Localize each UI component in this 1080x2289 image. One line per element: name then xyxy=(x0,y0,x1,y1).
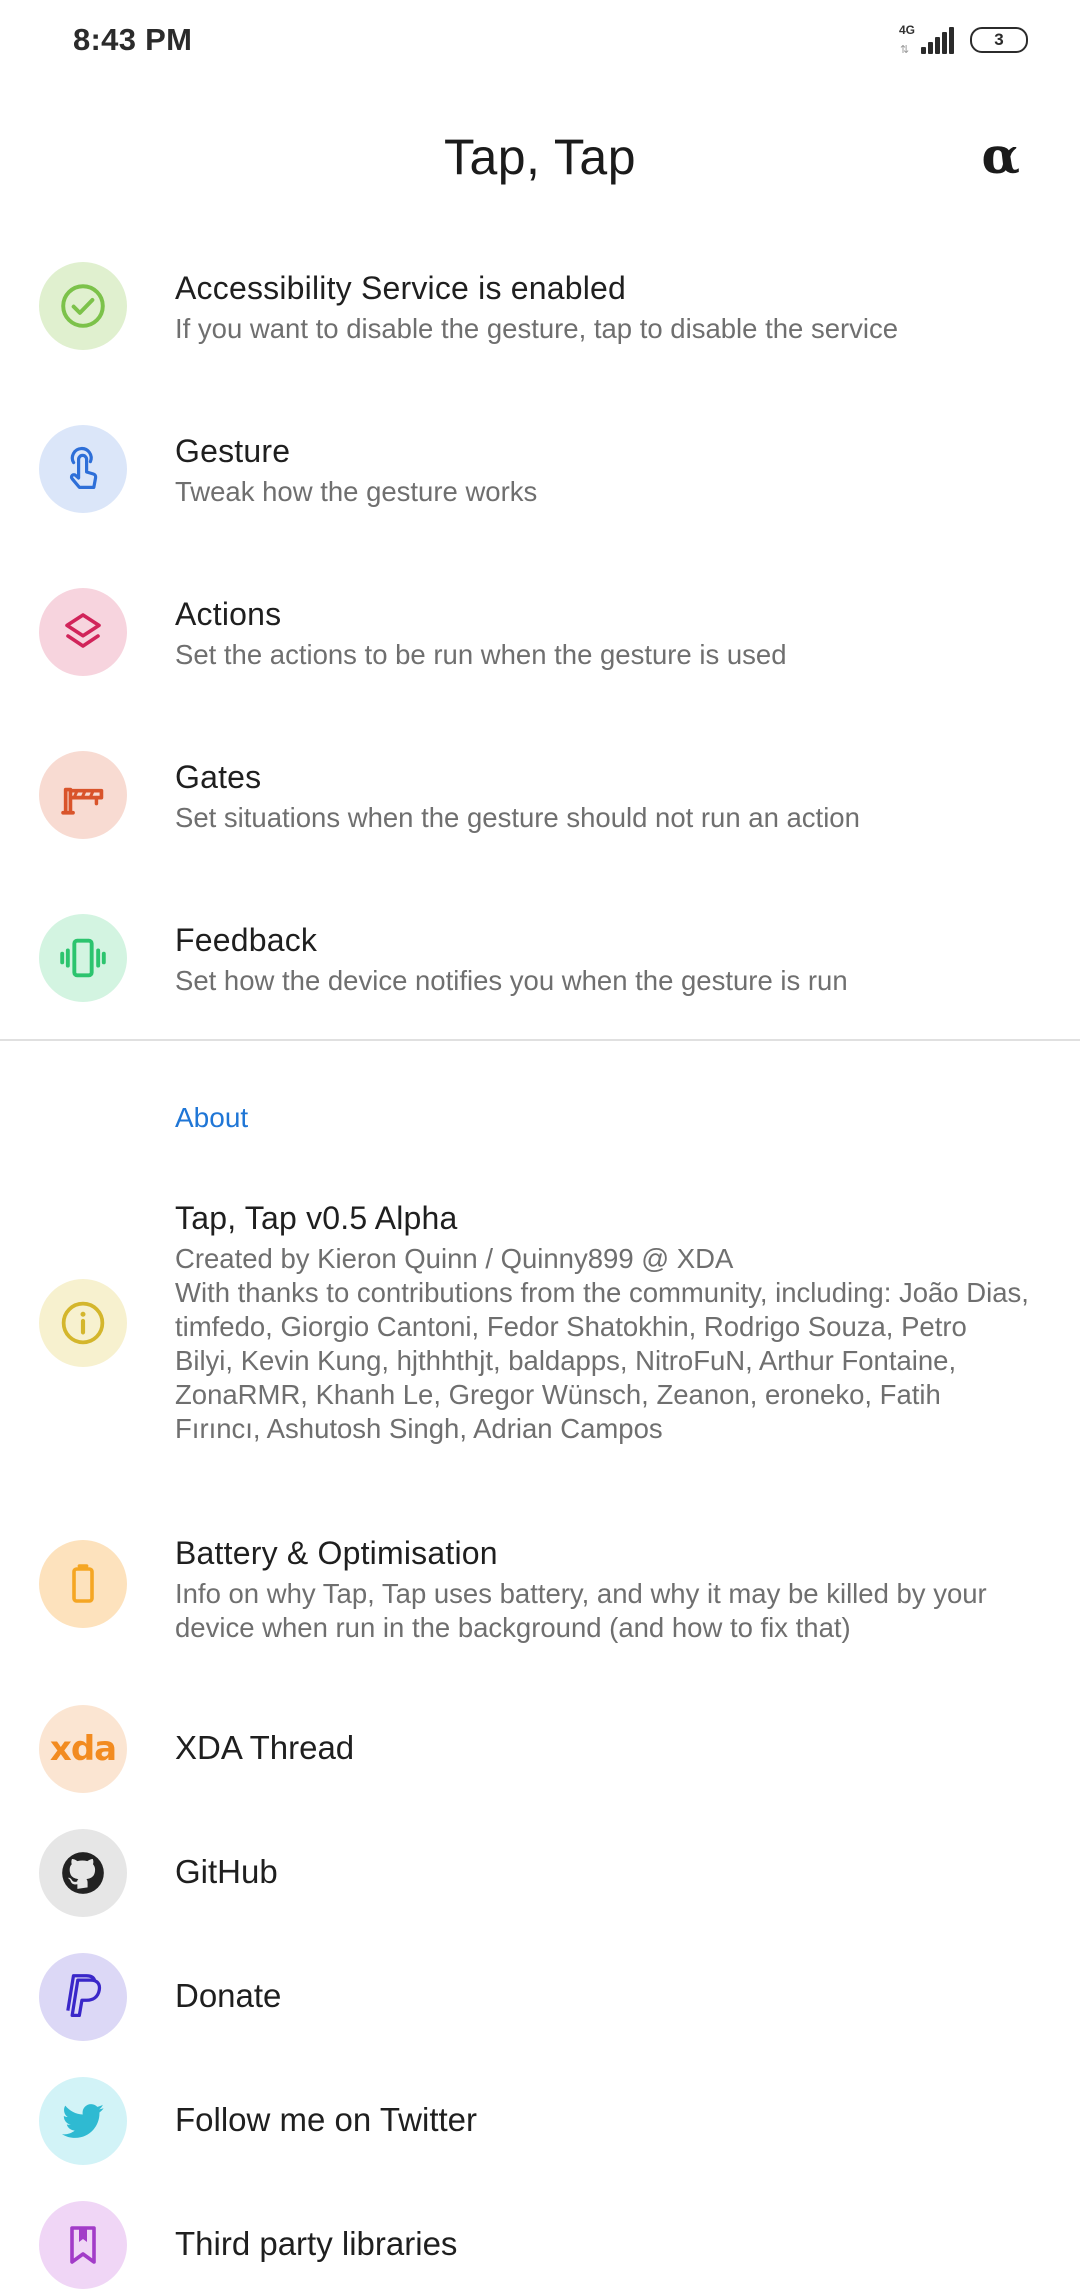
github-icon xyxy=(39,1829,127,1917)
touch-icon xyxy=(39,425,127,513)
bookmark-icon xyxy=(39,2201,127,2289)
gesture-title: Gesture xyxy=(175,433,291,469)
app-info-item[interactable]: Tap, Tap v0.5 Alpha Created by Kieron Qu… xyxy=(0,1190,1080,1460)
twitter-icon xyxy=(39,2077,127,2165)
alpha-button[interactable]: α xyxy=(982,126,1020,185)
xda-thread-title: XDA Thread xyxy=(175,1729,355,1766)
gate-barrier-icon xyxy=(39,751,127,839)
battery-optimisation-item[interactable]: Battery & Optimisation Info on why Tap, … xyxy=(0,1525,1080,1655)
feedback-title: Feedback xyxy=(175,922,318,958)
app-info-title: Tap, Tap v0.5 Alpha xyxy=(175,1200,458,1236)
feedback-item[interactable]: Feedback Set how the device notifies you… xyxy=(0,892,1080,1022)
gesture-item[interactable]: Gesture Tweak how the gesture works xyxy=(0,403,1080,533)
gesture-subtitle: Tweak how the gesture works xyxy=(175,476,538,507)
battery-level: 3 xyxy=(994,30,1004,49)
accessibility-service-item[interactable]: Accessibility Service is enabled If you … xyxy=(0,240,1080,370)
status-time: 8:43 PM xyxy=(73,22,193,57)
paypal-icon xyxy=(39,1953,127,2041)
vibration-icon xyxy=(39,914,127,1002)
actions-subtitle: Set the actions to be run when the gestu… xyxy=(175,639,787,670)
status-bar: 8:43 PM 4G ⇅ 3 xyxy=(0,0,1080,84)
gates-item[interactable]: Gates Set situations when the gesture sh… xyxy=(0,729,1080,859)
app-info-credits: Created by Kieron Quinn / Quinny899 @ XD… xyxy=(175,1243,1029,1444)
actions-item[interactable]: Actions Set the actions to be run when t… xyxy=(0,566,1080,696)
xda-thread-item[interactable]: xda XDA Thread xyxy=(0,1705,1080,1793)
signal-strength-icon xyxy=(921,26,956,54)
battery-optimisation-subtitle: Info on why Tap, Tap uses battery, and w… xyxy=(175,1578,987,1643)
check-circle-icon xyxy=(39,262,127,350)
twitter-item[interactable]: Follow me on Twitter xyxy=(0,2077,1080,2165)
layers-icon xyxy=(39,588,127,676)
twitter-title: Follow me on Twitter xyxy=(175,2101,477,2138)
xda-icon: xda xyxy=(39,1705,127,1793)
actions-title: Actions xyxy=(175,596,282,632)
data-arrows-icon: ⇅ xyxy=(900,44,910,56)
section-divider xyxy=(0,1039,1080,1041)
github-item[interactable]: GitHub xyxy=(0,1829,1080,1917)
battery-optimisation-title: Battery & Optimisation xyxy=(175,1535,498,1571)
donate-title: Donate xyxy=(175,1977,282,2014)
status-icons: 4G ⇅ 3 xyxy=(899,24,1028,56)
xda-icon-text: xda xyxy=(49,1729,117,1769)
about-section-header: About xyxy=(175,1102,249,1133)
info-icon xyxy=(39,1279,127,1367)
network-type-indicator: 4G ⇅ xyxy=(899,24,919,56)
battery-indicator: 3 xyxy=(970,27,1028,53)
feedback-subtitle: Set how the device notifies you when the… xyxy=(175,965,848,996)
gates-subtitle: Set situations when the gesture should n… xyxy=(175,802,860,833)
accessibility-service-subtitle: If you want to disable the gesture, tap … xyxy=(175,313,899,344)
third-party-libraries-title: Third party libraries xyxy=(175,2225,458,2262)
battery-icon xyxy=(39,1540,127,1628)
page-title: Tap, Tap xyxy=(443,129,637,185)
accessibility-service-title: Accessibility Service is enabled xyxy=(175,270,627,306)
network-type-label: 4G xyxy=(899,23,916,37)
gates-title: Gates xyxy=(175,759,262,795)
third-party-libraries-item[interactable]: Third party libraries xyxy=(0,2201,1080,2289)
github-title: GitHub xyxy=(175,1853,278,1890)
donate-item[interactable]: Donate xyxy=(0,1953,1080,2041)
